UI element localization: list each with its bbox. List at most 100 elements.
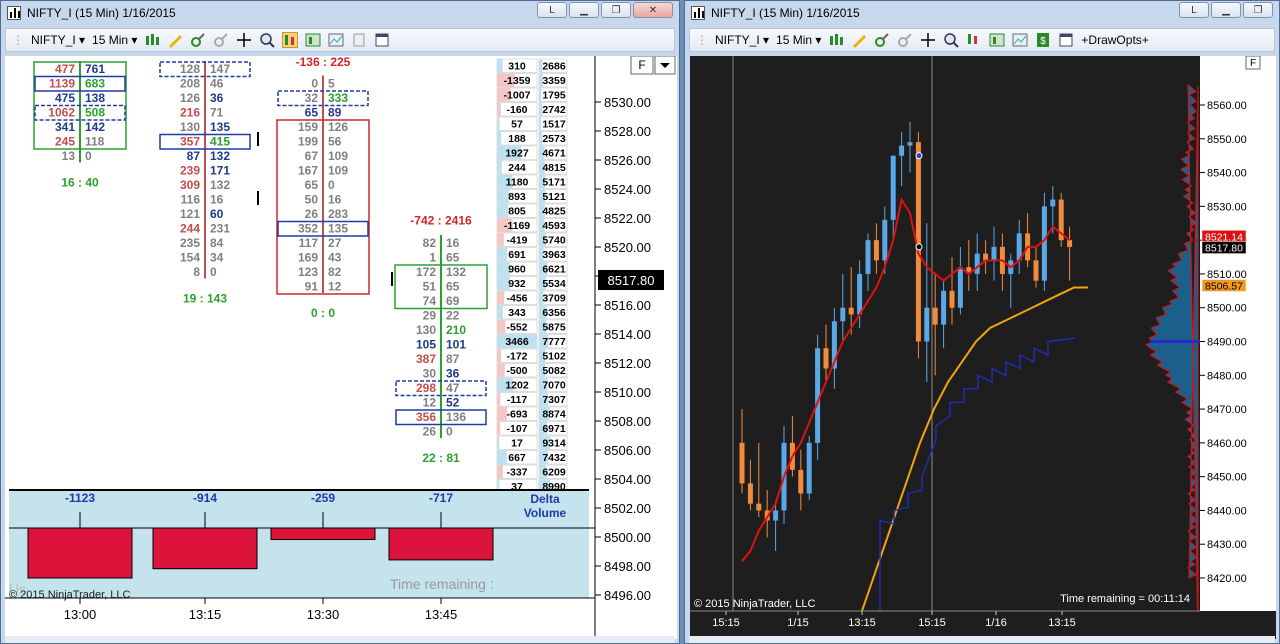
candle-body bbox=[932, 307, 938, 325]
bid-volume: 51 bbox=[423, 280, 437, 294]
help-button[interactable]: L bbox=[537, 2, 567, 18]
candle-body bbox=[974, 253, 980, 274]
footprint-chart-panel[interactable]: 477 761 1139 683 475 138 1062 508 341 142 245 118 13… bbox=[5, 56, 677, 639]
crosshair-icon[interactable] bbox=[920, 32, 936, 48]
candle-body bbox=[1050, 199, 1056, 207]
ladder-volume-value: 5740 bbox=[542, 235, 566, 247]
copy-icon[interactable] bbox=[351, 32, 367, 48]
zoom-out-icon[interactable] bbox=[213, 32, 229, 48]
dollar-icon[interactable]: $ bbox=[1035, 32, 1051, 48]
svg-text:$: $ bbox=[1041, 36, 1047, 47]
ladder-volume-value: 1517 bbox=[542, 119, 566, 131]
instrument-selector[interactable]: NIFTY_I ▾ bbox=[31, 33, 85, 47]
properties-icon[interactable] bbox=[1058, 32, 1074, 48]
price-label: 8498.00 bbox=[604, 559, 651, 574]
right-chart-window: NIFTY_I (15 Min) 1/16/2015 L ▁ ❐ ⋮ NIFTY… bbox=[684, 0, 1280, 644]
chart-picture-icon[interactable] bbox=[1012, 32, 1028, 48]
ladder-volume-value: 5534 bbox=[542, 278, 566, 290]
price-label: 8430.00 bbox=[1207, 539, 1247, 551]
bid-volume: 82 bbox=[423, 236, 437, 250]
bar-delta-summary: 0 : 0 bbox=[311, 306, 335, 320]
bid-volume: 30 bbox=[423, 367, 437, 381]
price-label: 8508.00 bbox=[604, 414, 651, 429]
ask-volume: 210 bbox=[446, 323, 466, 337]
magnifier-icon[interactable] bbox=[943, 32, 960, 48]
toolbar-grip-icon: ⋮ bbox=[12, 33, 24, 47]
ladder-delta-value: 893 bbox=[508, 191, 526, 203]
ladder-delta-fill bbox=[497, 320, 506, 334]
minimize-button[interactable]: ▁ bbox=[569, 2, 599, 18]
candle-body bbox=[924, 307, 930, 342]
maximize-button[interactable]: ❐ bbox=[1243, 2, 1273, 18]
crosshair-icon[interactable] bbox=[236, 32, 252, 48]
magnifier-icon[interactable] bbox=[259, 32, 276, 48]
ladder-delta-value: -172 bbox=[506, 351, 527, 363]
help-button[interactable]: L bbox=[1179, 2, 1209, 18]
chart-picture-icon[interactable] bbox=[328, 32, 344, 48]
price-label: 8506.00 bbox=[604, 443, 651, 458]
close-button[interactable]: ✕ bbox=[633, 2, 673, 18]
interval-selector[interactable]: 15 Min ▾ bbox=[92, 33, 137, 47]
draw-opts-button[interactable]: +DrawOpts+ bbox=[1081, 33, 1148, 47]
right-titlebar[interactable]: NIFTY_I (15 Min) 1/16/2015 L ▁ ❐ bbox=[685, 1, 1279, 25]
bid-volume: 1 bbox=[429, 251, 436, 265]
strategies-icon[interactable] bbox=[989, 32, 1005, 48]
ladder-volume-value: 9314 bbox=[542, 438, 566, 450]
indicators-icon[interactable] bbox=[966, 32, 982, 48]
zoom-out-icon[interactable] bbox=[897, 32, 913, 48]
bid-volume: 0 bbox=[311, 77, 318, 91]
left-titlebar[interactable]: NIFTY_I (15 Min) 1/16/2015 L ▁ ❐ ✕ bbox=[1, 1, 679, 25]
maximize-button[interactable]: ❐ bbox=[601, 2, 631, 18]
bar-delta-summary: 16 : 40 bbox=[61, 176, 99, 190]
strategies-icon[interactable] bbox=[305, 32, 321, 48]
ladder-delta-fill bbox=[497, 160, 502, 174]
ladder-delta-fill bbox=[497, 117, 500, 131]
interval-selector[interactable]: 15 Min ▾ bbox=[776, 33, 821, 47]
ladder-volume-value: 2742 bbox=[542, 104, 566, 116]
ask-volume: 683 bbox=[85, 77, 105, 91]
left-toolbar: ⋮ NIFTY_I ▾ 15 Min ▾ bbox=[5, 28, 675, 52]
ladder-volume-value: 7070 bbox=[542, 380, 566, 392]
ladder-volume-value: 1795 bbox=[542, 90, 566, 102]
price-label: 8496.00 bbox=[604, 588, 651, 603]
drawing-tool-icon[interactable] bbox=[851, 32, 867, 48]
bid-volume: 477 bbox=[55, 62, 75, 76]
properties-icon[interactable] bbox=[374, 32, 390, 48]
zoom-in-icon[interactable] bbox=[874, 32, 890, 48]
ladder-volume-value: 3963 bbox=[542, 249, 566, 261]
ladder-delta-fill bbox=[497, 421, 501, 435]
ladder-volume-value: 2686 bbox=[542, 61, 566, 73]
candle-body bbox=[773, 510, 779, 521]
vwap-line bbox=[879, 337, 1076, 639]
minimize-button[interactable]: ▁ bbox=[1211, 2, 1241, 18]
price-label: 8500.00 bbox=[604, 530, 651, 545]
zoom-in-icon[interactable] bbox=[190, 32, 206, 48]
drawing-tool-icon[interactable] bbox=[167, 32, 183, 48]
indicators-icon[interactable] bbox=[282, 32, 299, 48]
ladder-volume-value: 6209 bbox=[542, 467, 566, 479]
time-label: 13:45 bbox=[425, 607, 458, 622]
bid-volume: 356 bbox=[416, 410, 436, 424]
ask-volume: 0 bbox=[210, 265, 217, 279]
volume-profile bbox=[1145, 83, 1199, 639]
candlestick-chart-panel[interactable]: 8560.008550.008540.008530.008520.008510.… bbox=[690, 56, 1276, 639]
copyright-text: © 2015 NinjaTrader, LLC bbox=[694, 598, 815, 610]
bid-volume: 87 bbox=[187, 149, 201, 163]
ask-volume: 508 bbox=[85, 106, 105, 120]
ladder-delta-value: -1169 bbox=[504, 220, 530, 232]
ladder-delta-value: -456 bbox=[506, 293, 527, 305]
delta-value: -1123 bbox=[65, 491, 95, 505]
left-horizontal-scrollbar[interactable] bbox=[5, 636, 675, 643]
price-label: 8504.00 bbox=[604, 472, 651, 487]
bar-style-icon[interactable] bbox=[828, 32, 844, 48]
instrument-selector[interactable]: NIFTY_I ▾ bbox=[715, 33, 769, 47]
right-horizontal-scrollbar[interactable] bbox=[689, 636, 1275, 643]
ladder-delta-fill bbox=[497, 436, 500, 450]
bar-style-icon[interactable] bbox=[144, 32, 160, 48]
delta-bar bbox=[388, 527, 494, 561]
bid-volume: 309 bbox=[180, 178, 200, 192]
ask-volume: 12 bbox=[328, 280, 342, 294]
ladder-volume-fill bbox=[539, 88, 542, 102]
price-label: 8450.00 bbox=[1207, 472, 1247, 484]
ladder-volume-value: 5875 bbox=[542, 322, 566, 334]
